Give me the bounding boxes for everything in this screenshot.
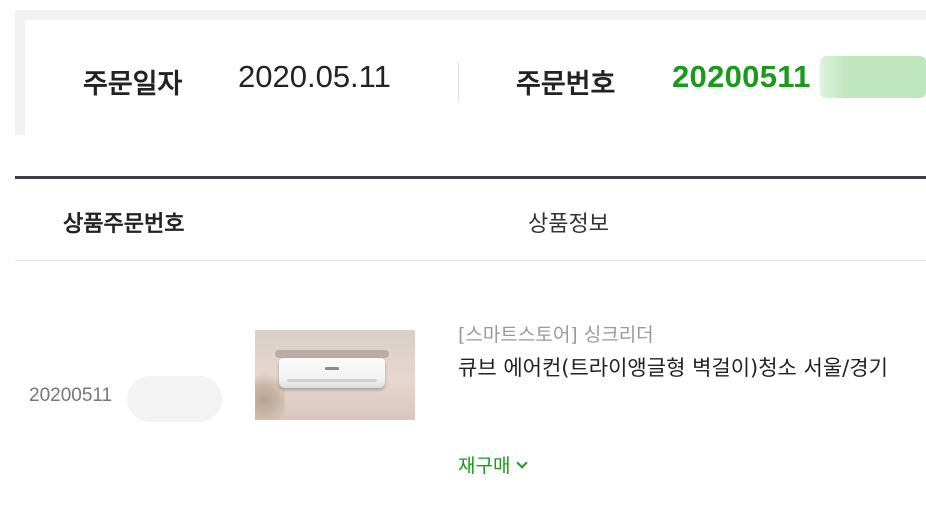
chevron-down-icon [516, 456, 529, 469]
table-header-border [15, 260, 926, 261]
header-product-info: 상품정보 [528, 212, 609, 237]
order-number-value: 20200511 [672, 59, 811, 94]
order-number-redaction [820, 56, 926, 98]
air-conditioner-icon [279, 358, 385, 388]
rebuy-label: 재구매 [458, 455, 511, 477]
product-title-link[interactable]: 큐브 에어컨(트라이앵글형 벽걸이)청소 서울/경기 [458, 350, 898, 386]
order-summary-inner: 주문일자 2020.05.11 주문번호 20200511 [25, 20, 926, 135]
order-date-label: 주문일자 [83, 69, 183, 100]
product-order-number: 20200511 [29, 385, 113, 406]
header-product-order-number: 상품주문번호 [63, 212, 185, 237]
summary-divider [458, 62, 459, 102]
order-date-value: 2020.05.11 [238, 59, 391, 94]
product-order-number-redaction [127, 376, 222, 422]
order-summary-box: 주문일자 2020.05.11 주문번호 20200511 [15, 10, 926, 135]
rebuy-button[interactable]: 재구매 [458, 451, 529, 478]
thumbnail-shadow [275, 350, 389, 358]
product-thumbnail[interactable] [255, 330, 415, 420]
ac-logo-mark [325, 367, 339, 370]
store-name[interactable]: [스마트스토어] 싱크리더 [458, 320, 654, 347]
order-number-label: 주문번호 [516, 69, 616, 100]
table-top-border [15, 176, 926, 179]
ac-vent [287, 379, 377, 382]
